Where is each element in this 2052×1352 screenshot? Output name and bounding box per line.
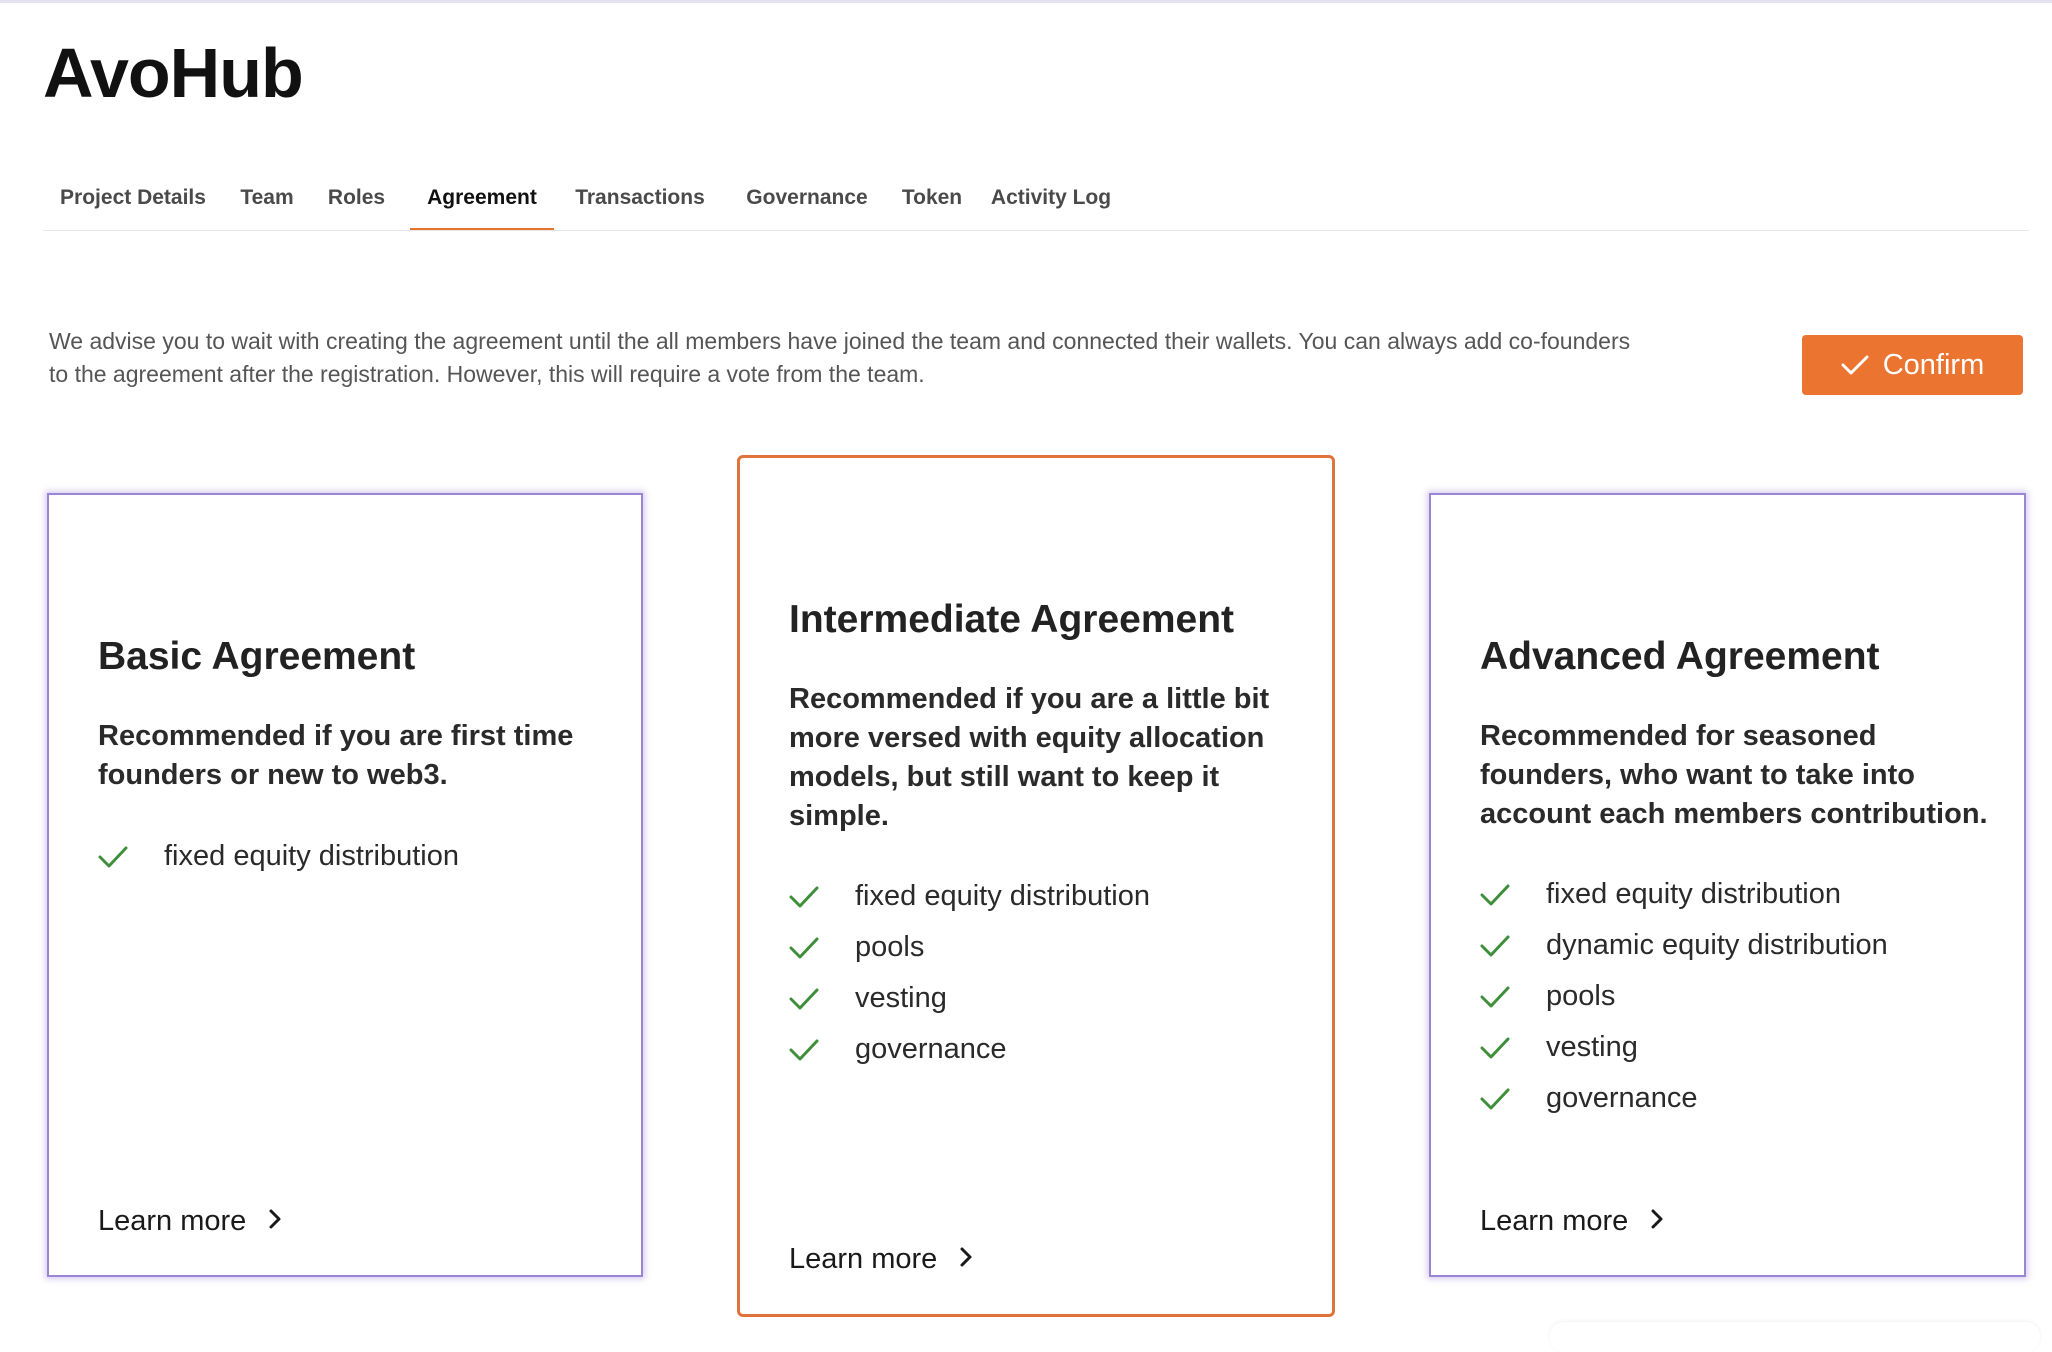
tab-bar: Project Details Team Roles Agreement Tra…	[43, 170, 2029, 231]
intermediate-agreement-card[interactable]: Intermediate Agreement Recommended if yo…	[737, 455, 1335, 1317]
check-icon	[98, 845, 164, 869]
advanced-agreement-card[interactable]: Advanced Agreement Recommended for seaso…	[1429, 493, 2026, 1277]
learn-more-link[interactable]: Learn more	[98, 1205, 282, 1238]
feature-item: fixed equity distribution	[789, 871, 1150, 922]
chevron-right-icon	[959, 1243, 973, 1276]
partial-card-edge	[1550, 1322, 2040, 1352]
feature-label: governance	[855, 1033, 1007, 1065]
tab-agreement[interactable]: Agreement	[410, 170, 554, 230]
feature-label: fixed equity distribution	[855, 880, 1150, 912]
confirm-button[interactable]: Confirm	[1802, 335, 2023, 395]
tab-roles[interactable]: Roles	[311, 170, 402, 229]
tab-token[interactable]: Token	[888, 170, 976, 229]
feature-item: fixed equity distribution	[98, 831, 459, 882]
tab-project-details[interactable]: Project Details	[43, 170, 223, 229]
tab-governance[interactable]: Governance	[726, 170, 888, 229]
feature-item: governance	[1480, 1073, 1888, 1124]
tab-transactions[interactable]: Transactions	[554, 170, 726, 229]
learn-more-label: Learn more	[98, 1205, 247, 1237]
check-icon	[1480, 883, 1546, 907]
feature-label: dynamic equity distribution	[1546, 929, 1888, 961]
check-icon	[1480, 1087, 1546, 1111]
feature-label: pools	[855, 931, 925, 963]
feature-label: governance	[1546, 1082, 1698, 1114]
card-title: Advanced Agreement	[1480, 635, 1880, 678]
feature-list: fixed equity distribution pools vesting …	[789, 871, 1150, 1075]
feature-label: fixed equity distribution	[164, 840, 459, 872]
learn-more-link[interactable]: Learn more	[1480, 1205, 1664, 1238]
chevron-right-icon	[268, 1205, 282, 1238]
card-description: Recommended for seasoned founders, who w…	[1480, 720, 1988, 830]
feature-item: pools	[789, 922, 1150, 973]
basic-agreement-card[interactable]: Basic Agreement Recommended if you are f…	[47, 493, 643, 1277]
check-icon	[789, 1038, 855, 1062]
feature-item: vesting	[1480, 1022, 1888, 1073]
feature-item: vesting	[789, 973, 1150, 1024]
learn-more-label: Learn more	[1480, 1205, 1629, 1237]
feature-item: governance	[789, 1024, 1150, 1075]
top-border	[0, 0, 2052, 3]
feature-item: dynamic equity distribution	[1480, 920, 1888, 971]
agreement-advice-text: We advise you to wait with creating the …	[49, 328, 1631, 387]
feature-item: fixed equity distribution	[1480, 869, 1888, 920]
app-title: AvoHub	[43, 34, 304, 112]
feature-label: vesting	[855, 982, 947, 1014]
check-icon	[1480, 1036, 1546, 1060]
check-icon	[789, 936, 855, 960]
feature-label: pools	[1546, 980, 1616, 1012]
card-title: Basic Agreement	[98, 635, 416, 678]
feature-item: pools	[1480, 971, 1888, 1022]
check-icon	[1480, 985, 1546, 1009]
card-description: Recommended if you are a little bit more…	[789, 683, 1270, 832]
confirm-label: Confirm	[1882, 348, 1985, 381]
feature-label: fixed equity distribution	[1546, 878, 1841, 910]
learn-more-label: Learn more	[789, 1243, 938, 1275]
learn-more-link[interactable]: Learn more	[789, 1243, 973, 1276]
check-icon	[789, 885, 855, 909]
check-icon	[789, 987, 855, 1011]
card-title: Intermediate Agreement	[789, 598, 1235, 641]
feature-list: fixed equity distribution	[98, 831, 459, 882]
check-icon	[1841, 354, 1869, 376]
tab-activity-log[interactable]: Activity Log	[976, 170, 1126, 229]
card-description: Recommended if you are first time founde…	[98, 720, 574, 791]
tab-team[interactable]: Team	[223, 170, 311, 229]
feature-list: fixed equity distribution dynamic equity…	[1480, 869, 1888, 1124]
chevron-right-icon	[1650, 1205, 1664, 1238]
check-icon	[1480, 934, 1546, 958]
feature-label: vesting	[1546, 1031, 1638, 1063]
